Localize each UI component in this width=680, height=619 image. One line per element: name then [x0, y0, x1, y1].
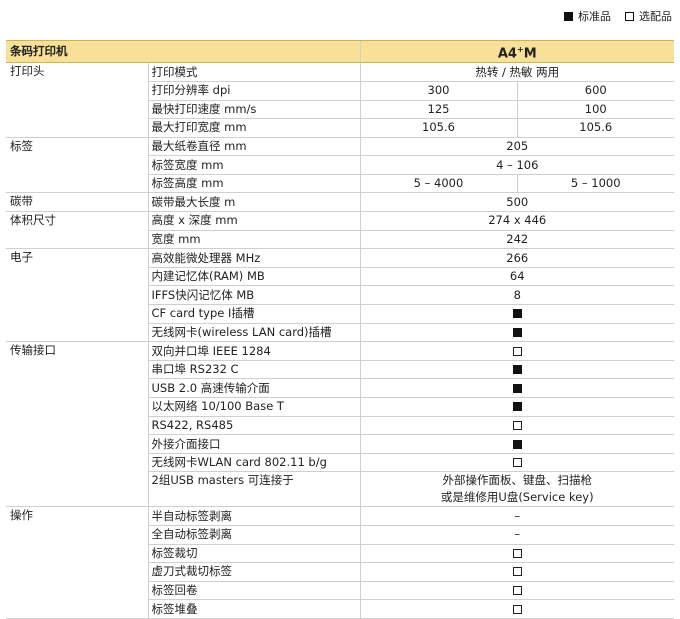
table-row: 打印头 打印模式 热转 / 热敏 两用: [6, 62, 674, 138]
spec-table: 条码打印机 A4+M 打印头 打印模式 热转 / 热敏 两用 打印分辨率 dpi…: [6, 39, 674, 619]
table-header-row: 条码打印机 A4+M: [6, 39, 674, 64]
filled-square-icon: [512, 327, 522, 337]
section-interfaces: 传输接口: [6, 341, 148, 508]
legend: 标准品 选配品: [550, 8, 672, 24]
filled-square-icon: [564, 11, 573, 21]
table-row: 传输接口 双向并口埠 IEEE 1284: [6, 341, 674, 508]
table-row: 碳带 碳带最大长度 m 500: [6, 192, 674, 213]
table-row: 标签 最大纸卷直径 mm 205: [6, 136, 674, 194]
category-header: 条码打印机: [6, 39, 148, 64]
legend-standard: 标准品: [564, 8, 611, 24]
filled-square-icon: [512, 402, 522, 412]
empty-square-icon: [512, 346, 522, 356]
legend-standard-label: 标准品: [578, 10, 611, 23]
section-operation: 操作: [6, 506, 148, 619]
empty-square-icon: [512, 586, 522, 596]
legend-optional: 选配品: [625, 8, 672, 24]
filled-square-icon: [512, 365, 522, 375]
filled-square-icon: [512, 309, 522, 319]
section-printhead: 打印头: [6, 62, 148, 138]
empty-square-icon: [512, 458, 522, 468]
table-row: 体积尺寸 高度 x 深度 mm 274 x 446: [6, 211, 674, 250]
section-dimensions: 体积尺寸: [6, 211, 148, 250]
table-row: 操作 半自动标签剥离 –: [6, 506, 674, 619]
section-ribbon: 碳带: [6, 192, 148, 213]
legend-optional-label: 选配品: [639, 10, 672, 23]
section-electronics: 电子: [6, 248, 148, 343]
model-header: A4+M: [359, 39, 674, 64]
empty-square-icon: [512, 604, 522, 614]
empty-square-icon: [512, 420, 522, 430]
filled-square-icon: [512, 439, 522, 449]
empty-square-icon: [625, 11, 634, 21]
empty-square-icon: [512, 567, 522, 577]
section-label: 标签: [6, 136, 148, 194]
table-row: 电子 高效能微处理器 MHz 266: [6, 248, 674, 343]
filled-square-icon: [512, 383, 522, 393]
empty-square-icon: [512, 548, 522, 558]
